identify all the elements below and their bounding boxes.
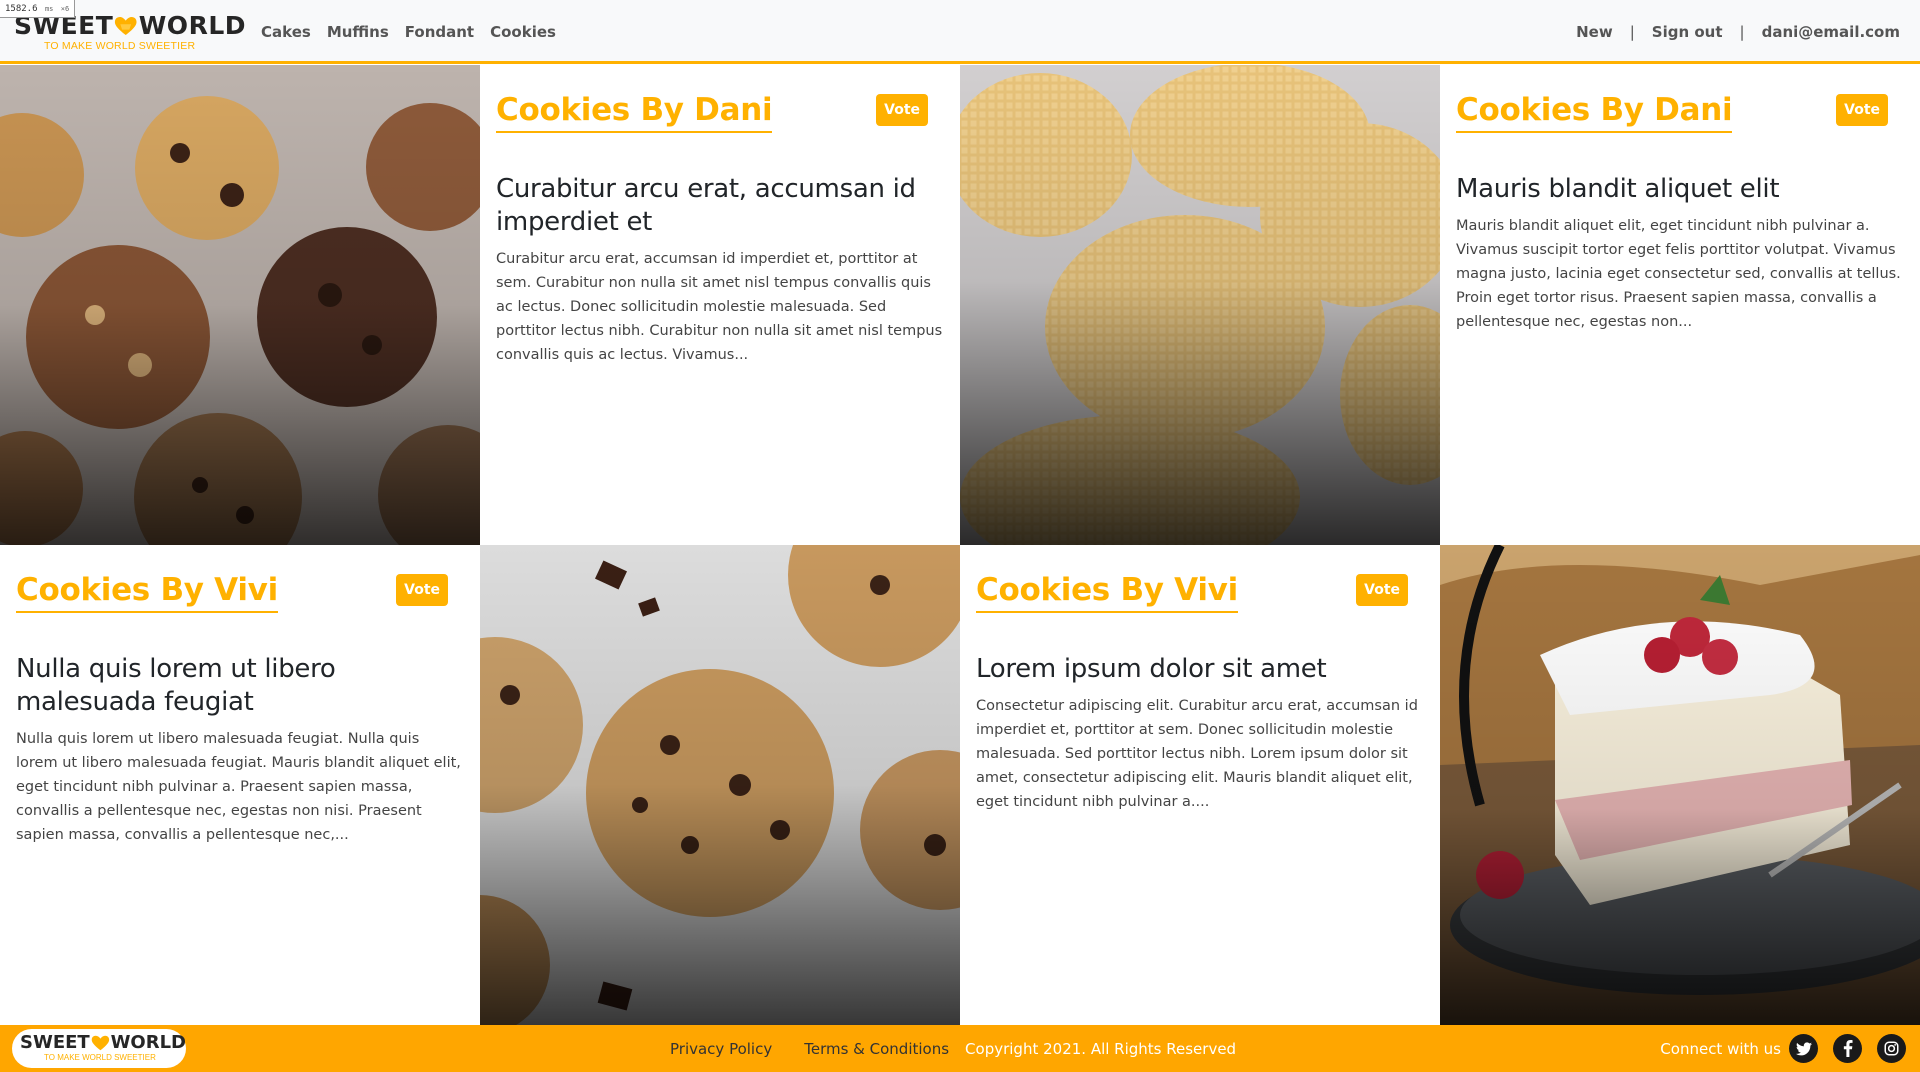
- user-nav: New | Sign out | dani@email.com: [1576, 0, 1900, 64]
- card-heading: Curabitur arcu erat, accumsan id imperdi…: [496, 174, 916, 237]
- nav-link-cakes[interactable]: Cakes: [261, 23, 311, 41]
- waffle-cookies-photo: [960, 65, 1440, 545]
- recipe-card: Cookies By Dani Vote Curabitur arcu erat…: [480, 65, 960, 545]
- perf-badge: 1582.6 ms ×6: [0, 0, 76, 18]
- signout-link[interactable]: Sign out: [1652, 23, 1723, 41]
- perf-badge-unit: ms: [44, 5, 54, 13]
- card-heading: Nulla quis lorem ut libero malesuada feu…: [16, 654, 336, 717]
- photo-tile: [0, 65, 480, 545]
- footer-wordmark: SWEET WORLD: [20, 1033, 186, 1053]
- instagram-icon[interactable]: [1877, 1034, 1906, 1063]
- site-footer: SWEET WORLD TO MAKE WORLD SWEETIER Priva…: [0, 1025, 1920, 1072]
- card-text: Consectetur adipiscing elit. Curabitur a…: [976, 698, 1418, 810]
- card-title[interactable]: Cookies By Vivi: [976, 571, 1238, 613]
- vote-button[interactable]: Vote: [1356, 574, 1408, 606]
- card-text: Nulla quis lorem ut libero malesuada feu…: [16, 731, 461, 843]
- vote-button[interactable]: Vote: [396, 574, 448, 606]
- footer-word-right: WORLD: [110, 1032, 186, 1053]
- vote-button[interactable]: Vote: [876, 94, 928, 126]
- main-nav: Cakes Muffins Fondant Cookies: [261, 0, 572, 64]
- new-link[interactable]: New: [1576, 23, 1613, 41]
- heart-cupcake-icon: [115, 16, 137, 36]
- card-title[interactable]: Cookies By Vivi: [16, 571, 278, 613]
- privacy-policy-link[interactable]: Privacy Policy: [670, 1040, 772, 1058]
- heart-cupcake-icon: [91, 1035, 109, 1051]
- recipe-card: Cookies By Dani Vote Mauris blandit aliq…: [1440, 65, 1920, 545]
- perf-badge-multiplier: ×6: [60, 5, 70, 13]
- twitter-icon[interactable]: [1789, 1034, 1818, 1063]
- raspberry-cake-photo: [1440, 545, 1920, 1025]
- card-heading: Lorem ipsum dolor sit amet: [976, 654, 1327, 684]
- footer-tagline: TO MAKE WORLD SWEETIER: [44, 1053, 156, 1062]
- nav-link-muffins[interactable]: Muffins: [327, 23, 389, 41]
- chocolate-chip-cookies-photo: [480, 545, 960, 1025]
- footer-word-left: SWEET: [20, 1032, 90, 1053]
- card-title[interactable]: Cookies By Dani: [496, 91, 773, 133]
- perf-badge-value: 1582.6: [5, 4, 38, 14]
- brand-word-right: WORLD: [138, 11, 246, 40]
- card-text: Mauris blandit aliquet elit, eget tincid…: [1456, 218, 1901, 330]
- user-email-link[interactable]: dani@email.com: [1762, 23, 1900, 41]
- facebook-icon[interactable]: [1833, 1034, 1862, 1063]
- nav-link-fondant[interactable]: Fondant: [405, 23, 474, 41]
- vote-button[interactable]: Vote: [1836, 94, 1888, 126]
- recipe-card: Cookies By Vivi Vote Lorem ipsum dolor s…: [960, 545, 1440, 1025]
- card-text: Curabitur arcu erat, accumsan id imperdi…: [496, 251, 943, 363]
- copyright-text: Copyright 2021. All Rights Reserved: [965, 1039, 1237, 1058]
- brand-logo[interactable]: SWEET WORLD TO MAKE WORLD SWEETIER: [14, 11, 246, 53]
- connect-label: Connect with us: [1660, 1039, 1781, 1058]
- footer-links: Privacy Policy Terms & Conditions Copyri…: [670, 1025, 1236, 1072]
- recipe-grid: Cookies By Dani Vote Curabitur arcu erat…: [0, 65, 1920, 1025]
- assorted-cookies-photo: [0, 65, 480, 545]
- terms-link[interactable]: Terms & Conditions: [804, 1040, 949, 1058]
- nav-separator: |: [1739, 23, 1745, 41]
- photo-tile: [960, 65, 1440, 545]
- photo-tile: [480, 545, 960, 1025]
- brand-tagline: TO MAKE WORLD SWEETIER: [44, 40, 196, 52]
- nav-separator: |: [1629, 23, 1635, 41]
- photo-tile: [1440, 545, 1920, 1025]
- nav-link-cookies[interactable]: Cookies: [490, 23, 556, 41]
- recipe-card: Cookies By Vivi Vote Nulla quis lorem ut…: [0, 545, 480, 1025]
- card-heading: Mauris blandit aliquet elit: [1456, 174, 1780, 204]
- social-links: Connect with us: [1660, 1025, 1906, 1072]
- card-title[interactable]: Cookies By Dani: [1456, 91, 1733, 133]
- top-navbar: 1582.6 ms ×6 SWEET WORLD TO MAKE WORLD S…: [0, 0, 1920, 64]
- footer-logo[interactable]: SWEET WORLD TO MAKE WORLD SWEETIER: [12, 1029, 186, 1068]
